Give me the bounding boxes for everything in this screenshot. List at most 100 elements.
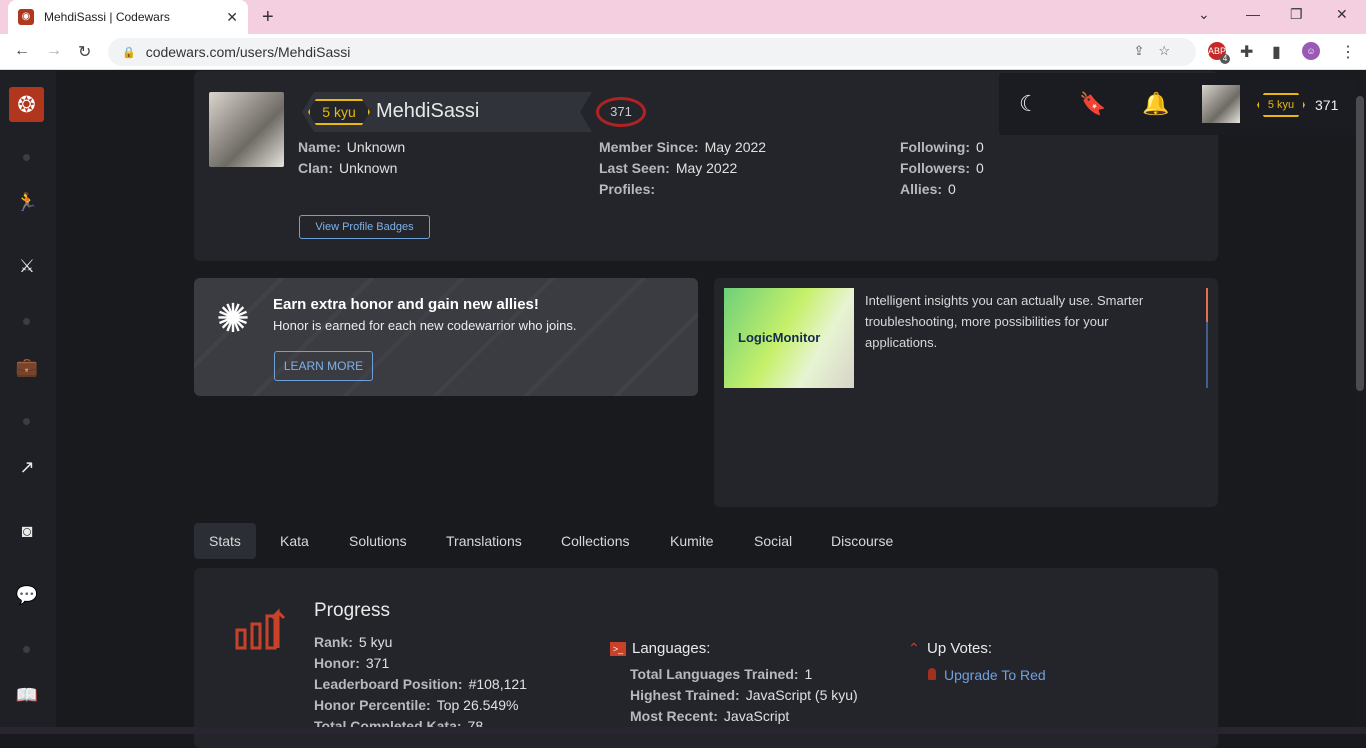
sidebar-separator	[23, 154, 30, 161]
profile-avatar-icon[interactable]: ☺	[1302, 42, 1320, 60]
main-content: 5 kyu MehdiSassi 371 Name: Unknown Clan: U…	[56, 71, 1354, 748]
following-label: Following:	[900, 139, 970, 155]
profiles-label: Profiles:	[599, 181, 656, 197]
upvote-chevron-icon: ⌃	[908, 640, 920, 656]
honor-score: 371	[596, 97, 646, 127]
stats-card: Progress Rank: 5 kyu Honor: 371 Leaderboar…	[194, 568, 1218, 748]
medal-icon	[928, 668, 936, 680]
back-icon[interactable]: ←	[14, 42, 30, 60]
allies-heading: Earn extra honor and gain new allies!	[273, 296, 539, 313]
dark-mode-moon-icon[interactable]: ☾	[1019, 91, 1039, 117]
clan-label: Clan:	[298, 160, 333, 176]
minimize-icon[interactable]: —	[1246, 6, 1260, 22]
extension-badge: 4	[1220, 54, 1230, 64]
rank-badge: 5 kyu	[308, 99, 370, 125]
username: MehdiSassi	[376, 100, 480, 122]
restore-icon[interactable]: ❐	[1290, 6, 1303, 23]
languages-heading: Languages:	[632, 640, 711, 657]
tab-discourse[interactable]: Discourse	[816, 523, 908, 559]
page-scrollbar[interactable]	[1354, 71, 1366, 734]
docs-book-icon[interactable]: 📖	[14, 682, 40, 708]
percentile-value: Top 26.549%	[436, 697, 519, 713]
honor-label: Honor:	[314, 655, 360, 671]
tab-kata[interactable]: Kata	[265, 523, 324, 559]
bookmark-icon[interactable]: 🔖	[1079, 91, 1106, 117]
discord-icon[interactable]: ◙	[14, 518, 40, 544]
upgrade-to-red-link[interactable]: Upgrade To Red	[944, 667, 1046, 683]
tab-search-icon[interactable]: ⌄	[1198, 6, 1210, 23]
tab-solutions[interactable]: Solutions	[334, 523, 422, 559]
ad-card[interactable]: LogicMonitor Intelligent insights you ca…	[714, 278, 1218, 507]
highest-label: Highest Trained:	[630, 687, 740, 703]
chat-icon[interactable]: 💬	[14, 582, 40, 608]
allies-text: Honor is earned for each new codewarrior…	[273, 318, 577, 333]
allies-value: 0	[948, 181, 956, 197]
new-tab-icon[interactable]: +	[262, 6, 274, 29]
upvotes-heading: Up Votes:	[927, 640, 993, 657]
ad-logo: LogicMonitor	[738, 330, 821, 345]
chrome-menu-icon[interactable]: ⋮	[1340, 42, 1356, 62]
leaderboard-label: Leaderboard Position:	[314, 676, 463, 692]
browser-tab[interactable]: ◉ MehdiSassi | Codewars ✕	[8, 0, 248, 34]
recent-value: JavaScript	[723, 708, 790, 724]
profile-avatar	[209, 92, 284, 167]
reload-icon[interactable]: ↻	[78, 42, 91, 62]
header-honor: 371	[1315, 97, 1339, 113]
view-profile-badges-button[interactable]: View Profile Badges	[299, 215, 430, 239]
header-panel: ☾ 🔖 🔔 5 kyu 371	[999, 73, 1354, 135]
member-since-label: Member Since:	[599, 139, 699, 155]
codewars-favicon-icon: ◉	[18, 9, 34, 25]
codewars-logo-icon[interactable]: ❂	[9, 87, 44, 122]
highest-value: JavaScript (5 kyu)	[745, 687, 858, 703]
sidebar-separator	[23, 418, 30, 425]
tab-title: MehdiSassi | Codewars	[44, 10, 170, 24]
close-tab-icon[interactable]: ✕	[226, 9, 238, 26]
terminal-icon: >_	[610, 642, 626, 656]
tab-stats[interactable]: Stats	[194, 523, 256, 559]
header-rank-badge: 5 kyu	[1257, 93, 1305, 117]
scrollbar-thumb[interactable]	[1356, 96, 1364, 391]
last-seen-value: May 2022	[675, 160, 738, 176]
followers-value: 0	[976, 160, 984, 176]
learn-more-button[interactable]: LEARN MORE	[274, 351, 373, 381]
progress-heading: Progress	[314, 600, 391, 621]
close-window-icon[interactable]: ✕	[1336, 6, 1348, 23]
tab-translations[interactable]: Translations	[431, 523, 537, 559]
taskbar-strip	[0, 727, 1366, 734]
share-bookmark-icons[interactable]: ⇪☆	[1133, 43, 1184, 59]
forward-icon[interactable]: →	[46, 42, 62, 60]
sidebar-separator	[23, 318, 30, 325]
trained-label: Total Languages Trained:	[630, 666, 799, 682]
following-value: 0	[975, 139, 984, 155]
trending-icon[interactable]: ↗	[14, 454, 40, 480]
tab-social[interactable]: Social	[739, 523, 807, 559]
tab-collections[interactable]: Collections	[546, 523, 644, 559]
ad-progress-indicator	[1206, 288, 1208, 322]
browser-toolbar: ← → ↻ 🔒 codewars.com/users/MehdiSassi ⇪☆…	[0, 34, 1366, 70]
progress-chart-icon	[235, 608, 286, 650]
clan-value: Unknown	[339, 160, 398, 176]
trained-value: 1	[804, 666, 813, 682]
followers-label: Followers:	[900, 160, 971, 176]
extensions-puzzle-icon[interactable]: ✚	[1240, 42, 1253, 62]
lock-icon: 🔒	[122, 46, 136, 59]
notifications-bell-icon[interactable]: 🔔	[1142, 91, 1169, 117]
url-text: codewars.com/users/MehdiSassi	[145, 44, 351, 60]
sidebar: ❂ 🏃 ⚔ 💼 ↗ ◙ 💬 📖	[0, 71, 56, 734]
tab-kumite[interactable]: Kumite	[655, 523, 729, 559]
ad-text[interactable]: Intelligent insights you can actually us…	[865, 290, 1175, 353]
ad-image[interactable]: LogicMonitor	[724, 288, 854, 388]
kumite-icon[interactable]: ⚔	[14, 253, 40, 279]
name-label: Name:	[298, 139, 341, 155]
address-bar[interactable]: 🔒 codewars.com/users/MehdiSassi ⇪☆	[108, 38, 1196, 66]
practice-icon[interactable]: 🏃	[14, 189, 40, 215]
rank-label: Rank:	[314, 634, 353, 650]
side-panel-icon[interactable]: ▮	[1272, 42, 1281, 62]
allies-promo-card: ✺ Earn extra honor and gain new allies! …	[194, 278, 698, 396]
briefcase-icon[interactable]: 💼	[14, 354, 40, 380]
network-node-icon: ✺	[216, 297, 250, 341]
browser-tab-strip: ◉ MehdiSassi | Codewars ✕ + ⌄ — ❐ ✕	[0, 0, 1366, 34]
recent-label: Most Recent:	[630, 708, 718, 724]
name-value: Unknown	[346, 139, 406, 155]
header-avatar[interactable]	[1202, 85, 1240, 123]
